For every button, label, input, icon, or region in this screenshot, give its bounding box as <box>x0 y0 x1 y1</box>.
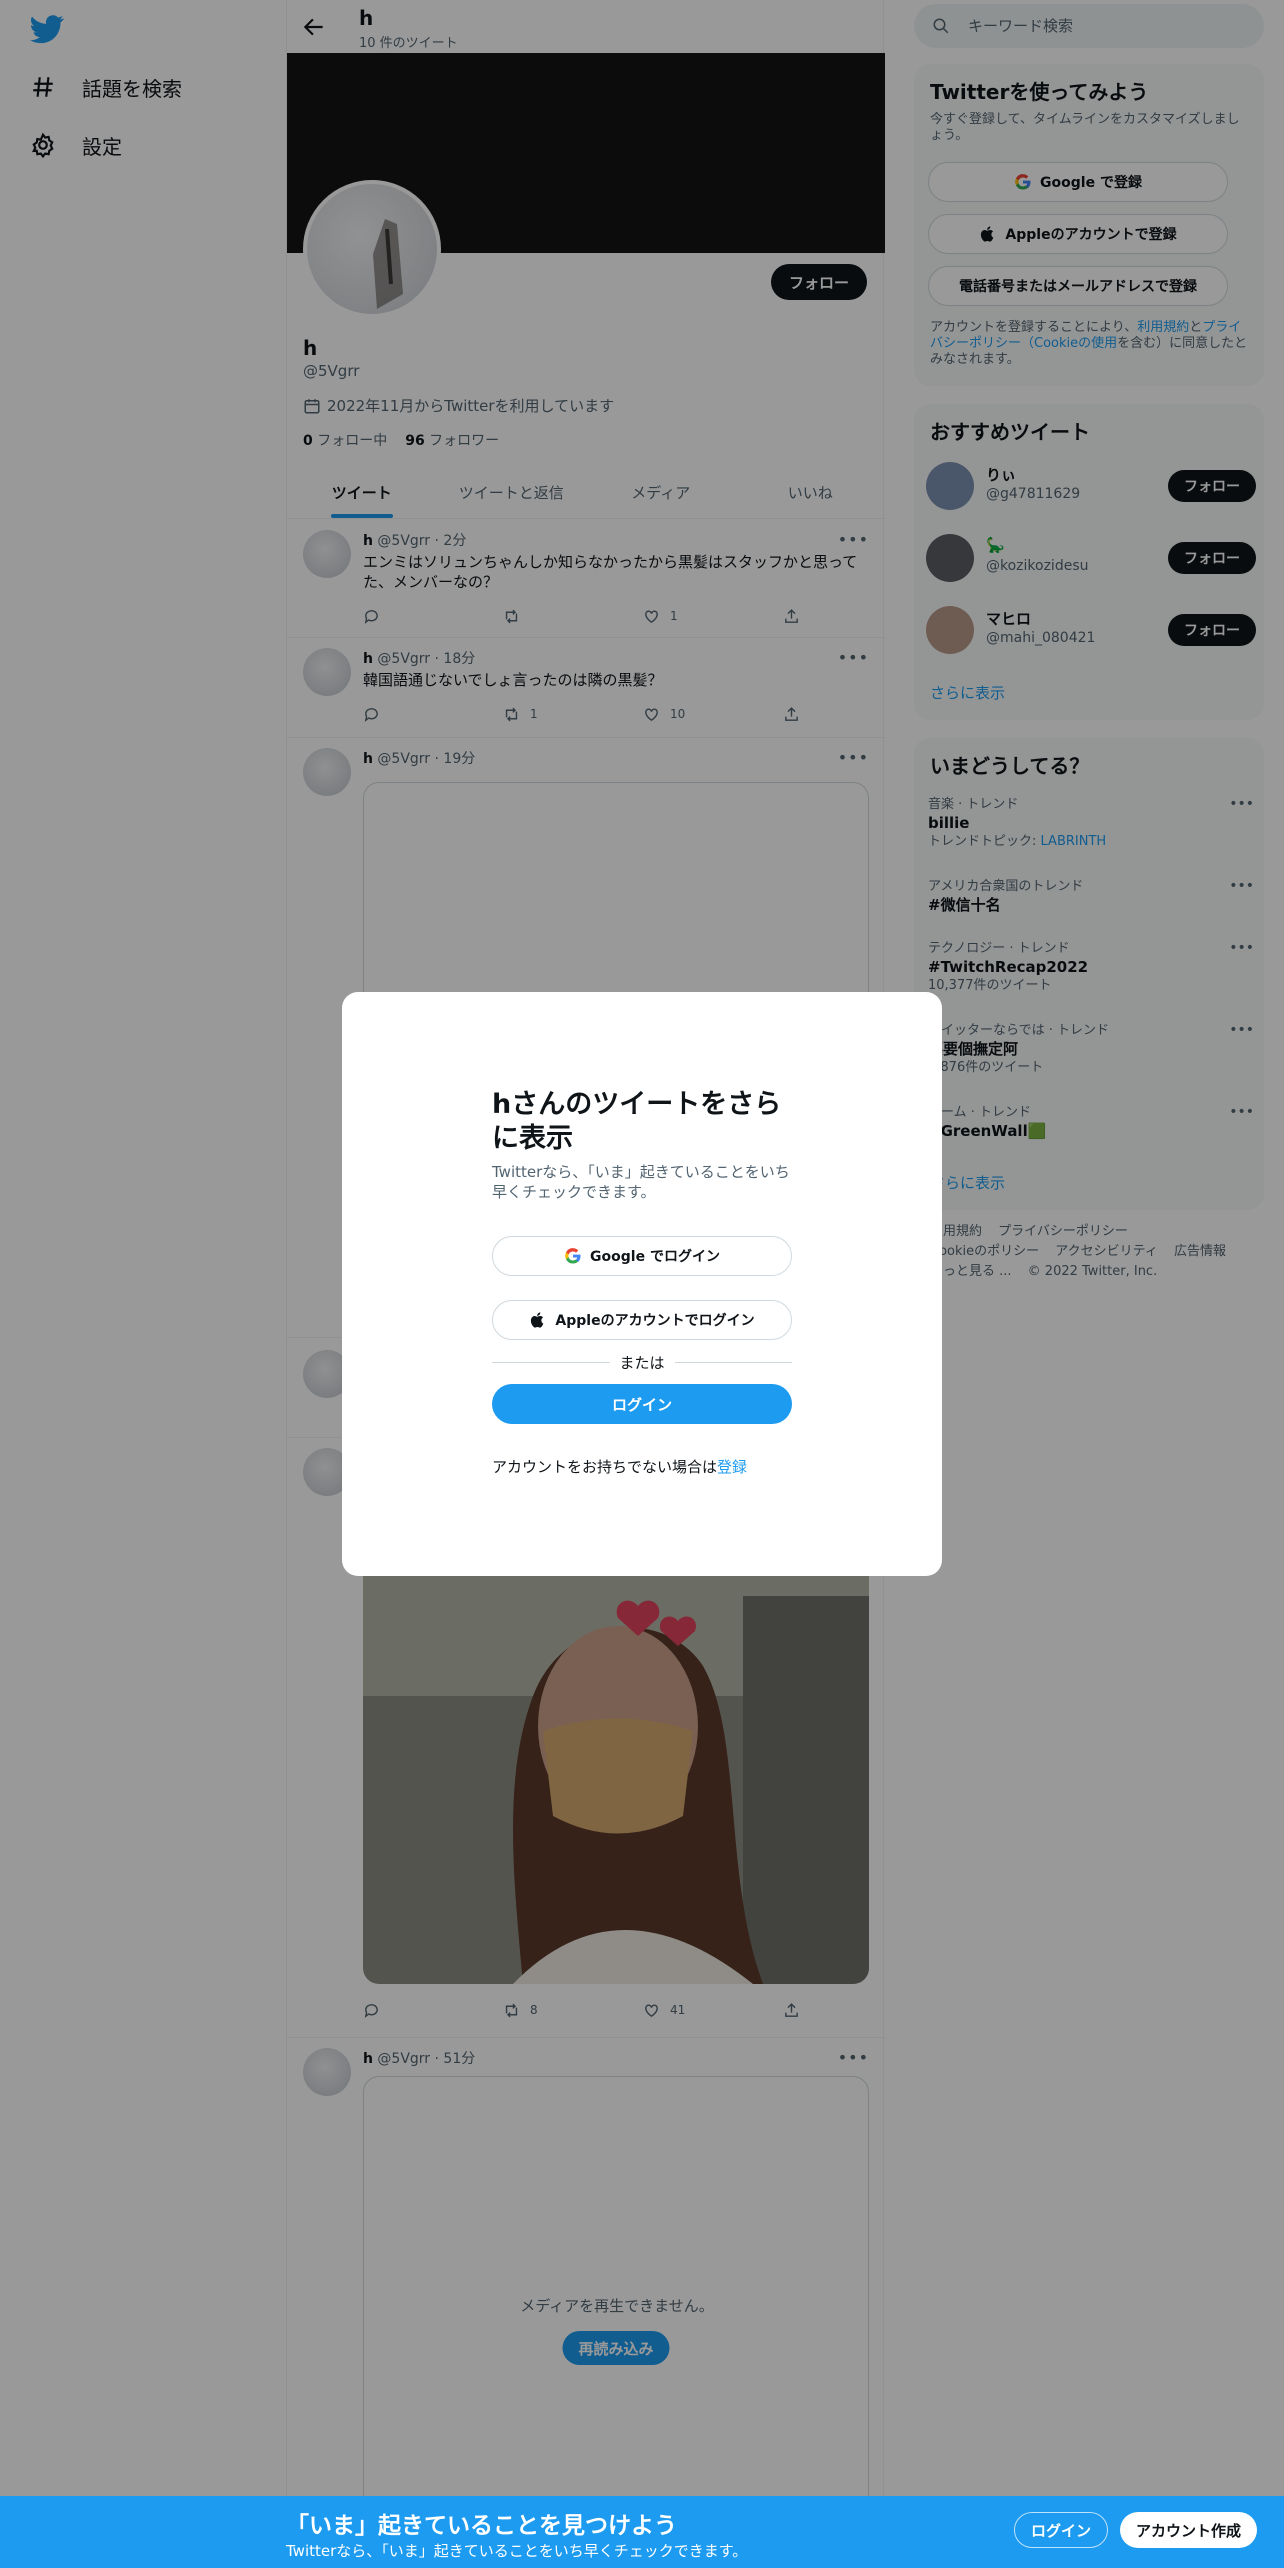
modal-description: Twitterなら、「いま」起きていることをいち早くチェックできます。 <box>492 1163 790 1201</box>
apple-login-button[interactable]: Appleのアカウントでログイン <box>492 1300 792 1340</box>
or-divider: または <box>492 1352 793 1372</box>
login-modal: hさんのツイートをさらに表示 Twitterなら、「いま」起きていることをいち早… <box>342 992 942 1576</box>
bottom-bar-subtitle: Twitterなら、「いま」起きていることをいち早くチェックできます。 <box>286 2542 748 2560</box>
modal-title: hさんのツイートをさらに表示 <box>492 1089 782 1154</box>
signup-link[interactable]: 登録 <box>717 1458 747 1476</box>
google-icon <box>565 1248 581 1264</box>
bottom-login-button[interactable]: ログイン <box>1014 2512 1109 2548</box>
bottom-bar-title: 「いま」起きていることを見つけよう <box>286 2513 677 2539</box>
no-account-text: アカウントをお持ちでない場合は登録 <box>492 1458 748 1476</box>
signup-bottom-bar: 「いま」起きていることを見つけよう Twitterなら、「いま」起きていることを… <box>0 2496 1284 2568</box>
bottom-signup-button[interactable]: アカウント作成 <box>1120 2512 1258 2548</box>
login-button[interactable]: ログイン <box>492 1384 792 1424</box>
google-login-button[interactable]: Google でログイン <box>492 1236 792 1276</box>
app-root: 話題を検索 設定 h 10 件のツイート フォロー h @5Vgrr 2022年… <box>0 0 1284 2568</box>
apple-icon <box>531 1312 544 1328</box>
